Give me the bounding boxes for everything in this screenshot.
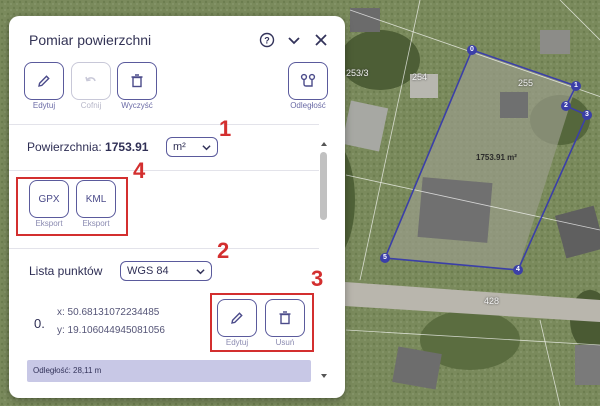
vertex-label-4: 4 bbox=[516, 266, 520, 273]
parcel-label: 253/3 bbox=[346, 68, 369, 78]
clear-tool[interactable]: Wyczyść bbox=[115, 62, 159, 110]
area-unit-select[interactable]: m² bbox=[166, 137, 218, 157]
annotation-box-export bbox=[16, 177, 128, 236]
parcel-label: 254 bbox=[412, 72, 428, 82]
parcel-label: 255 bbox=[518, 78, 534, 88]
vertex-label-3: 3 bbox=[585, 111, 589, 118]
polygon-area-label: 1753.91 m² bbox=[476, 153, 517, 162]
points-list-label: Lista punktów bbox=[29, 264, 103, 278]
vertex-label-5: 5 bbox=[383, 254, 387, 261]
panel-title: Pomiar powierzchni bbox=[29, 32, 152, 48]
area-unit-value: m² bbox=[173, 141, 186, 153]
annotation-number: 3 bbox=[311, 266, 324, 291]
clear-button[interactable] bbox=[117, 62, 157, 100]
trash-icon bbox=[131, 74, 143, 88]
chevron-down-icon bbox=[202, 144, 211, 150]
scroll-down-arrow-icon[interactable] bbox=[321, 374, 327, 378]
distance-tool[interactable]: Odległość bbox=[286, 62, 330, 110]
vertex-label-2: 2 bbox=[564, 102, 568, 109]
undo-label: Cofnij bbox=[80, 101, 102, 110]
edit-label: Edytuj bbox=[32, 101, 56, 110]
scroll-up-arrow-icon[interactable] bbox=[321, 142, 327, 146]
vertex-label-1: 1 bbox=[574, 82, 578, 89]
chevron-down-icon[interactable] bbox=[284, 30, 304, 50]
point-y: y: 19.106044945081056 bbox=[57, 325, 165, 336]
crs-select[interactable]: WGS 84 bbox=[120, 261, 212, 281]
chevron-down-icon bbox=[196, 268, 205, 274]
area-caption: Powierzchnia: bbox=[27, 140, 102, 154]
edit-tool[interactable]: Edytuj bbox=[22, 62, 66, 110]
point-index: 0. bbox=[34, 316, 45, 331]
divider bbox=[9, 170, 319, 171]
vertex-label-0: 0 bbox=[470, 46, 474, 53]
undo-tool[interactable]: Cofnij bbox=[69, 62, 113, 110]
svg-text:?: ? bbox=[264, 36, 270, 46]
segment-distance-bar: Odległość: 28,11 m bbox=[27, 360, 311, 382]
annotation-number: 1 bbox=[219, 116, 232, 141]
pencil-icon bbox=[38, 75, 50, 87]
distance-button[interactable] bbox=[288, 62, 328, 100]
close-icon[interactable] bbox=[311, 30, 331, 50]
parcel-label: 428 bbox=[484, 296, 500, 306]
area-label: Powierzchnia: 1753.91 bbox=[27, 140, 148, 154]
edit-button[interactable] bbox=[24, 62, 64, 100]
annotation-number: 4 bbox=[133, 158, 146, 183]
clear-label: Wyczyść bbox=[121, 101, 153, 110]
divider bbox=[9, 248, 319, 249]
undo-button[interactable] bbox=[71, 62, 111, 100]
point-x: x: 50.68131072234485 bbox=[57, 307, 160, 318]
crs-value: WGS 84 bbox=[127, 265, 169, 277]
area-value: 1753.91 bbox=[105, 140, 149, 154]
distance-label: Odległość bbox=[290, 101, 326, 110]
route-icon bbox=[300, 73, 316, 87]
question-circle-icon[interactable]: ? bbox=[257, 30, 277, 50]
scrollbar-thumb[interactable] bbox=[320, 152, 327, 220]
divider bbox=[9, 124, 319, 125]
annotation-box-point-actions bbox=[210, 293, 314, 352]
undo-icon bbox=[85, 76, 96, 82]
annotation-number: 2 bbox=[217, 238, 230, 263]
